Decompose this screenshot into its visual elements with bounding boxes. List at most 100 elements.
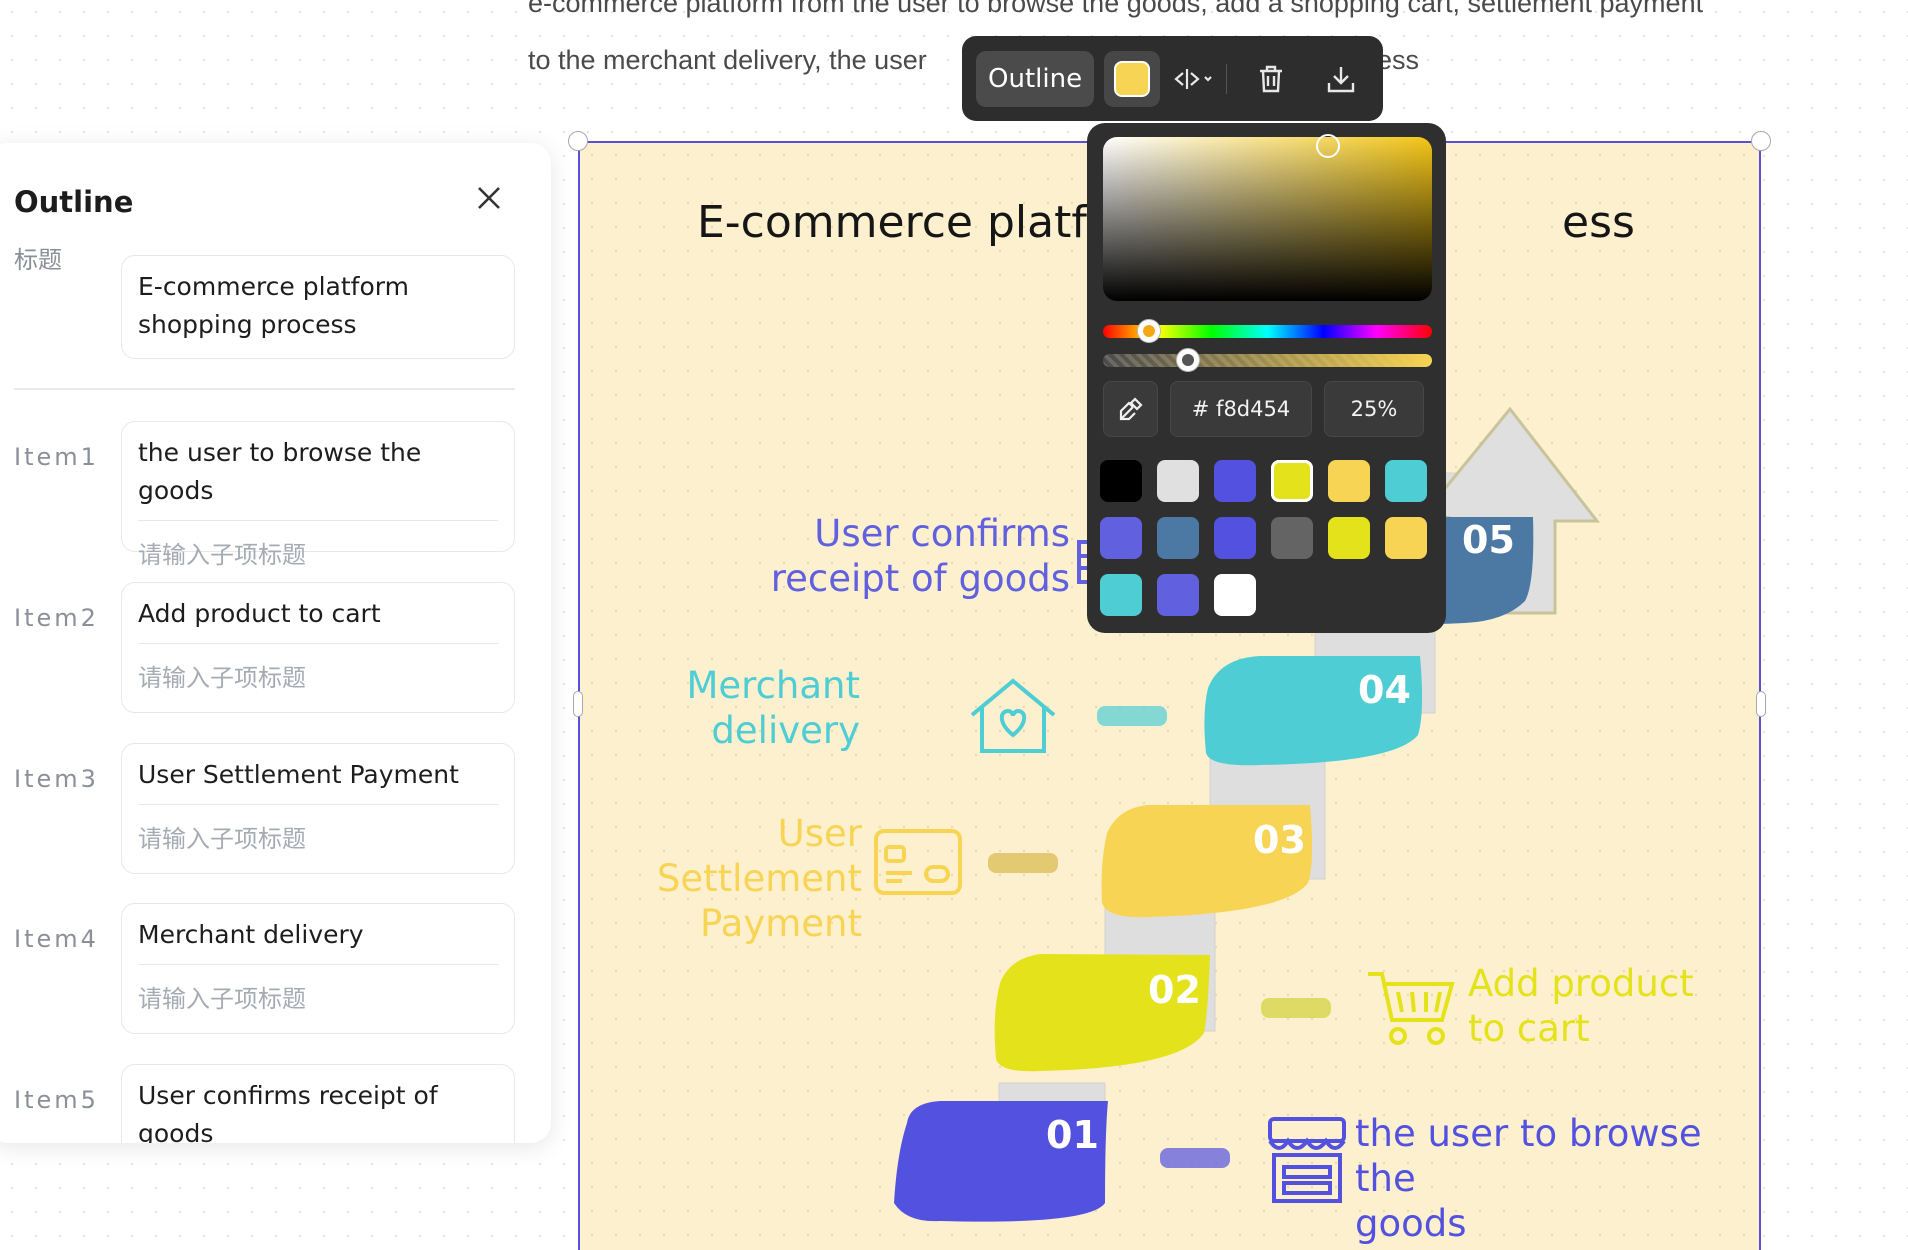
element-toolbar: Outline (962, 36, 1383, 121)
color-swatch-3[interactable] (1214, 460, 1256, 502)
color-swatch-13[interactable] (1100, 574, 1142, 616)
step-label-04-line-2: delivery (711, 709, 860, 752)
item3-value: User Settlement Payment (138, 760, 459, 789)
saturation-value-area[interactable] (1103, 134, 1432, 301)
item2-field[interactable]: Add product to cart 请输入子项标题 (121, 582, 515, 713)
item4-value: Merchant delivery (138, 920, 364, 949)
resize-handle-top-left[interactable] (568, 131, 588, 151)
color-swatch-7[interactable] (1100, 517, 1142, 559)
item2-label: Item2 (14, 604, 99, 632)
step-number-04: 04 (1358, 668, 1411, 712)
alpha-knob-dot (1182, 354, 1194, 366)
dot-connector-03 (988, 853, 1058, 873)
step-label-03-line-3: Payment (700, 902, 862, 945)
color-swatch-15[interactable] (1214, 574, 1256, 616)
outline-button[interactable]: Outline (976, 50, 1095, 107)
step-label-03-line-2: Settlement (656, 857, 862, 900)
step-number-01: 01 (1046, 1113, 1099, 1157)
resize-handle-left[interactable] (573, 691, 583, 717)
color-swatch-1[interactable] (1100, 460, 1142, 502)
item1-value: the user to browse the goods (138, 438, 422, 505)
step-label-05-line-2: receipt of goods (770, 557, 1070, 600)
color-swatch-4[interactable] (1271, 460, 1313, 502)
title-field[interactable]: E-commerce platform shopping process (121, 255, 515, 359)
color-swatch-14[interactable] (1157, 574, 1199, 616)
flip-icon (1174, 68, 1212, 89)
color-swatch-5[interactable] (1328, 460, 1370, 502)
dot-connector-02 (1261, 998, 1331, 1018)
color-swatch-10[interactable] (1271, 517, 1313, 559)
item2-subtitle-input[interactable]: 请输入子项标题 (122, 644, 514, 693)
hex-input[interactable]: # f8d454 (1170, 381, 1312, 437)
panel-divider (14, 388, 515, 390)
credit-card-icon (874, 829, 962, 895)
step-label-02-line-1: Add product (1468, 962, 1694, 1005)
item3-subtitle-input[interactable]: 请输入子项标题 (122, 805, 514, 854)
color-swatch-2[interactable] (1157, 460, 1199, 502)
item2-value: Add product to cart (138, 599, 381, 628)
preset-swatch-grid (1100, 460, 1440, 616)
step-label-01-line-2: goods (1355, 1202, 1467, 1245)
item1-field[interactable]: the user to browse the goods 请输入子项标题 (121, 421, 515, 569)
color-swatch-6[interactable] (1385, 460, 1427, 502)
document-paragraph-line-1: e-commerce platform from the user to bro… (528, 0, 1704, 18)
step-label-05: User confirms receipt of goods (690, 511, 1070, 601)
step-label-03: User Settlement Payment (630, 811, 862, 946)
item3-field[interactable]: User Settlement Payment 请输入子项标题 (121, 743, 515, 874)
step-label-02-line-2: to cart (1468, 1007, 1590, 1050)
title-field-value: E-commerce platform shopping process (138, 272, 409, 339)
title-row-label: 标题 (14, 246, 62, 274)
trash-icon (1260, 65, 1283, 92)
color-swatch-12[interactable] (1385, 517, 1427, 559)
hue-knob-dot (1143, 325, 1155, 337)
alpha-slider-knob[interactable] (1176, 348, 1200, 372)
dot-connector-01 (1160, 1148, 1230, 1168)
paragraph-text-end: ess (1377, 45, 1420, 75)
eyedropper-button[interactable] (1103, 381, 1158, 437)
dot-connector-04 (1097, 706, 1167, 726)
alpha-input[interactable]: 25% (1324, 381, 1424, 437)
item4-subtitle-input[interactable]: 请输入子项标题 (122, 965, 514, 1014)
item3-label: Item3 (14, 765, 99, 793)
hue-slider[interactable] (1103, 319, 1432, 343)
close-icon[interactable] (474, 183, 504, 213)
color-picker-popover: # f8d454 25% (1087, 123, 1446, 633)
step-label-05-line-1: User confirms (814, 512, 1070, 555)
item4-label: Item4 (14, 925, 99, 953)
document-paragraph-line-2: to the merchant delivery, the user ess (528, 45, 1419, 76)
step-label-01-line-1: the user to browse the (1355, 1112, 1702, 1200)
outline-panel: Outline 标题 E-commerce platform shopping … (0, 143, 551, 1143)
delete-button[interactable] (1247, 55, 1295, 103)
saturation-cursor[interactable] (1316, 134, 1340, 158)
color-button[interactable] (1104, 50, 1161, 107)
color-inputs-row: # f8d454 25% (1103, 381, 1424, 437)
item5-value: User confirms receipt of goods (138, 1081, 438, 1143)
house-heart-icon (970, 678, 1056, 753)
download-icon (1327, 66, 1355, 92)
panel-title: Outline (14, 185, 134, 219)
item1-label: Item1 (14, 443, 99, 471)
store-icon (1268, 1117, 1346, 1203)
resize-handle-top-right[interactable] (1751, 131, 1771, 151)
paragraph-text-start: to the merchant delivery, the user (528, 45, 927, 75)
color-swatch-8[interactable] (1157, 517, 1199, 559)
flip-button[interactable] (1170, 55, 1218, 103)
color-swatch-9[interactable] (1214, 517, 1256, 559)
toolbar-divider (1226, 63, 1228, 94)
step-label-03-line-1: User (777, 812, 862, 855)
step-label-04-line-1: Merchant (686, 664, 860, 707)
resize-handle-right[interactable] (1756, 691, 1766, 717)
step-label-01: the user to browse the goods (1355, 1111, 1759, 1246)
color-swatch-11[interactable] (1328, 517, 1370, 559)
item5-label: Item5 (14, 1086, 99, 1114)
item4-field[interactable]: Merchant delivery 请输入子项标题 (121, 903, 515, 1034)
download-button[interactable] (1317, 55, 1365, 103)
eyedropper-icon (1119, 397, 1143, 421)
step-label-02: Add product to cart (1468, 961, 1694, 1051)
alpha-slider[interactable] (1103, 348, 1432, 372)
item5-field[interactable]: User confirms receipt of goods (121, 1064, 515, 1143)
hue-slider-knob[interactable] (1137, 319, 1161, 343)
item1-subtitle-input[interactable]: 请输入子项标题 (122, 521, 514, 570)
shopping-cart-icon (1368, 972, 1455, 1045)
step-label-04: Merchant delivery (660, 663, 860, 753)
